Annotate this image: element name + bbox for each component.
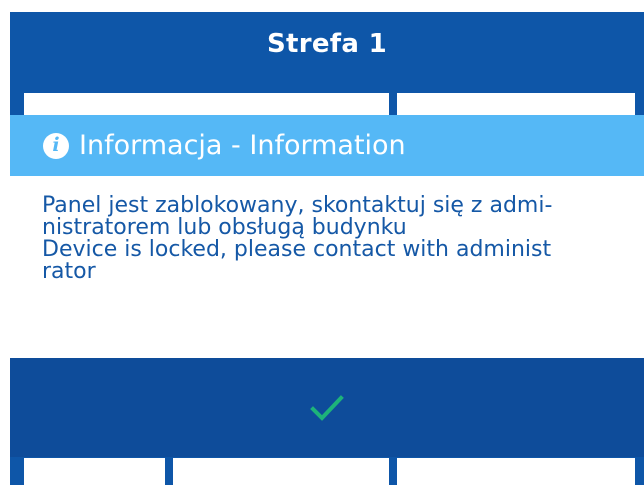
screen: Strefa 1 i Informacja - Information Pane… <box>0 0 644 485</box>
dialog-message: Panel jest zablokowany, skontaktuj się z… <box>42 195 632 283</box>
zone-tile[interactable] <box>397 458 635 485</box>
confirm-button[interactable] <box>10 358 644 457</box>
info-dialog: i Informacja - Information Panel jest za… <box>10 115 644 457</box>
message-line: Device is locked, please contact with ad… <box>42 237 552 262</box>
dialog-title: Informacja - Information <box>79 130 406 161</box>
zone-tile[interactable] <box>173 458 389 485</box>
message-line: nistratorem lub obsługą budynku <box>42 215 407 240</box>
dialog-header: i Informacja - Information <box>10 115 644 176</box>
checkmark-icon <box>310 394 344 421</box>
zone-tile[interactable] <box>24 458 165 485</box>
zone-title: Strefa 1 <box>266 29 387 59</box>
info-icon: i <box>43 132 69 159</box>
dialog-footer <box>10 358 644 457</box>
message-line: rator <box>42 259 96 284</box>
message-line: Panel jest zablokowany, skontaktuj się z… <box>42 193 553 218</box>
